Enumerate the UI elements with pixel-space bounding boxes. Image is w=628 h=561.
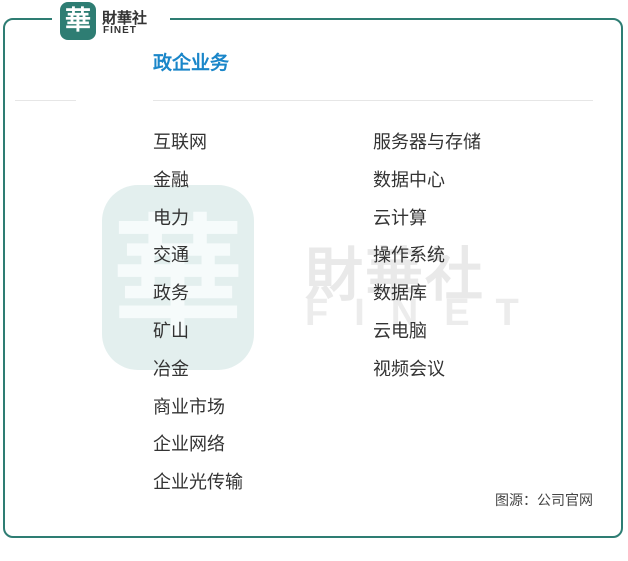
business-list-left: 互联网 金融 电力 交通 政务 矿山 冶金 商业市场 企业网络 企业光传输 [153,124,243,502]
brand-name-en: FINET [103,25,137,36]
list-item: 数据库 [373,283,427,305]
list-item: 政务 [153,283,189,305]
list-item: 互联网 [153,132,207,153]
list-item: 数据中心 [373,169,445,191]
section-title: 政企业务 [153,52,230,74]
list-item: 云计算 [373,207,427,229]
brand-logo-mark: 華 [60,2,96,40]
brand-logo: 華 財華社 FINET [52,0,170,44]
list-item: 企业光传输 [153,472,243,494]
divider-left [15,100,76,101]
list-item: 电力 [153,207,189,229]
list-item: 服务器与存储 [373,132,481,153]
list-item: 冶金 [153,358,189,380]
list-item: 矿山 [153,320,189,342]
image-source-caption: 图源：公司官网 [495,493,593,509]
list-item: 企业网络 [153,434,225,456]
list-item: 视频会议 [373,358,445,380]
list-item: 商业市场 [153,396,225,418]
divider-right [153,100,593,101]
list-item: 云电脑 [373,320,427,342]
list-item: 金融 [153,169,189,191]
list-item: 交通 [153,245,189,267]
business-list-right: 服务器与存储 数据中心 云计算 操作系统 数据库 云电脑 视频会议 [373,124,481,389]
list-item: 操作系统 [373,245,445,267]
